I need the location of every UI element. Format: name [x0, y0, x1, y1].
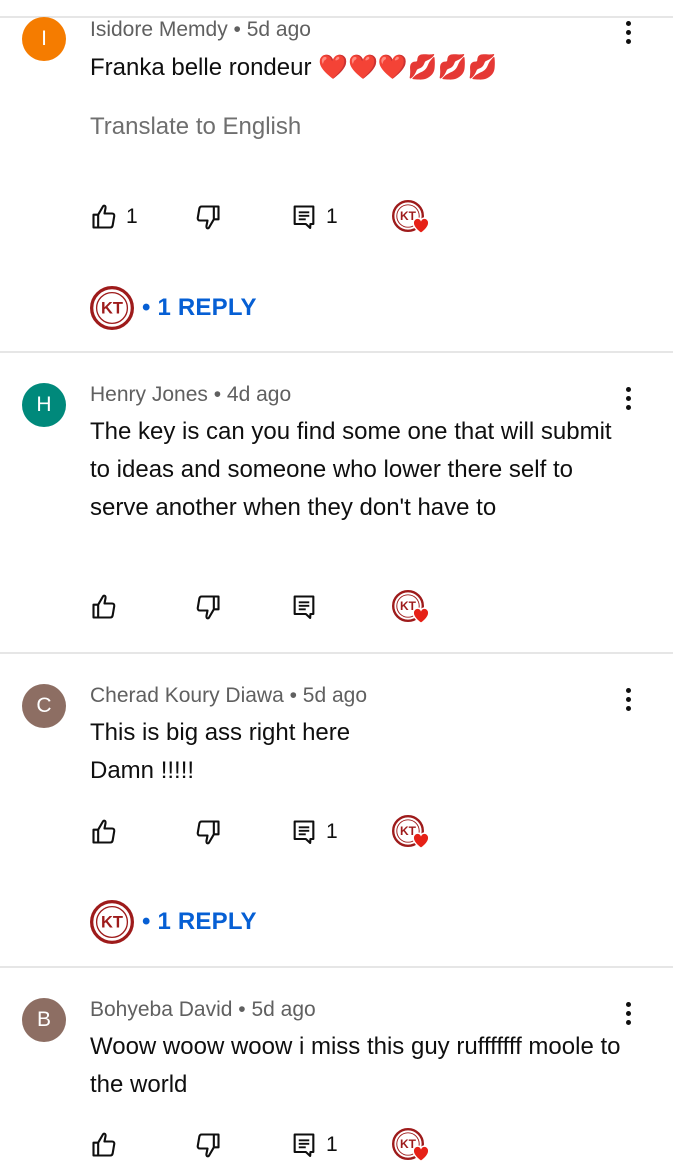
- comment-menu-button[interactable]: [616, 684, 640, 714]
- dislike-button[interactable]: [194, 815, 222, 849]
- reply-button[interactable]: 1: [290, 1128, 338, 1162]
- comment-menu-button[interactable]: [616, 383, 640, 413]
- comment-actions: [90, 590, 450, 624]
- reply-count: 1: [326, 205, 338, 228]
- comment-text: Woow woow woow i miss this guy rufffffff…: [90, 1033, 621, 1098]
- kt-channel-icon: [90, 286, 134, 330]
- comment-text: Franka belle rondeur ❤️❤️❤️💋💋💋: [90, 54, 498, 81]
- replies-label: • 1 REPLY: [142, 908, 257, 935]
- dislike-button[interactable]: [194, 590, 222, 624]
- creator-heart-badge: [392, 590, 432, 626]
- comment-icon: [290, 1131, 318, 1159]
- menu-dot-icon: [625, 20, 631, 26]
- thumb-up-icon: [90, 1131, 118, 1159]
- comment-author-meta[interactable]: Henry Jones • 4d ago: [90, 383, 291, 407]
- reply-button[interactable]: 1: [290, 200, 338, 234]
- thumb-down-icon: [194, 593, 222, 621]
- comment-menu-button[interactable]: [616, 998, 640, 1028]
- comment-menu-button[interactable]: [616, 17, 640, 47]
- comment-text-line: Damn !!!!!: [90, 757, 195, 784]
- comment-author-meta[interactable]: Isidore Memdy • 5d ago: [90, 18, 311, 42]
- like-count: 1: [126, 205, 138, 228]
- comment-author-meta[interactable]: Bohyeba David • 5d ago: [90, 998, 316, 1022]
- thumb-down-icon: [194, 1131, 222, 1159]
- menu-dot-icon: [625, 1001, 631, 1007]
- menu-dot-icon: [625, 705, 631, 711]
- menu-dot-icon: [625, 1019, 631, 1025]
- avatar[interactable]: I: [22, 17, 66, 61]
- reply-button[interactable]: 1: [290, 815, 338, 849]
- like-button[interactable]: [90, 1128, 126, 1162]
- like-button[interactable]: 1: [90, 200, 138, 234]
- comment-icon: [290, 593, 318, 621]
- menu-dot-icon: [625, 386, 631, 392]
- thumb-up-icon: [90, 203, 118, 231]
- menu-dot-icon: [625, 38, 631, 44]
- menu-dot-icon: [625, 696, 631, 702]
- translate-link[interactable]: Translate to English: [90, 113, 301, 141]
- reply-button[interactable]: [290, 590, 326, 624]
- comment-text-line: This is big ass right here: [90, 719, 351, 746]
- heart-icon: [410, 1142, 432, 1164]
- replies-label: • 1 REPLY: [142, 294, 257, 321]
- comment-actions: 1 1: [90, 200, 450, 234]
- menu-dot-icon: [625, 29, 631, 35]
- thumb-up-icon: [90, 818, 118, 846]
- reply-count: 1: [326, 820, 338, 843]
- thumb-down-icon: [194, 203, 222, 231]
- creator-heart-badge: [392, 815, 432, 851]
- thumb-down-icon: [194, 818, 222, 846]
- like-button[interactable]: [90, 590, 126, 624]
- avatar[interactable]: C: [22, 684, 66, 728]
- creator-heart-badge: [392, 1128, 432, 1164]
- creator-heart-badge: [392, 200, 432, 236]
- dislike-button[interactable]: [194, 1128, 222, 1162]
- menu-dot-icon: [625, 1010, 631, 1016]
- thumb-up-icon: [90, 593, 118, 621]
- comment-actions: 1: [90, 815, 450, 849]
- heart-icon: [410, 604, 432, 626]
- comment-icon: [290, 203, 318, 231]
- menu-dot-icon: [625, 404, 631, 410]
- heart-icon: [410, 214, 432, 236]
- view-replies-button[interactable]: • 1 REPLY: [90, 286, 257, 330]
- menu-dot-icon: [625, 687, 631, 693]
- heart-icon: [410, 829, 432, 851]
- avatar[interactable]: B: [22, 998, 66, 1042]
- reply-count: 1: [326, 1133, 338, 1156]
- view-replies-button[interactable]: • 1 REPLY: [90, 900, 257, 944]
- kt-channel-icon: [90, 900, 134, 944]
- comment-divider: [0, 351, 673, 353]
- avatar[interactable]: H: [22, 383, 66, 427]
- dislike-button[interactable]: [194, 200, 222, 234]
- menu-dot-icon: [625, 395, 631, 401]
- comment-actions: 1: [90, 1128, 450, 1162]
- comment-text: The key is can you find some one that wi…: [90, 418, 612, 521]
- comment-author-meta[interactable]: Cherad Koury Diawa • 5d ago: [90, 684, 367, 708]
- comment-icon: [290, 818, 318, 846]
- comment-text: This is big ass right here Damn !!!!!: [90, 714, 630, 790]
- comment-divider: [0, 966, 673, 968]
- comment-divider: [0, 652, 673, 654]
- like-button[interactable]: [90, 815, 126, 849]
